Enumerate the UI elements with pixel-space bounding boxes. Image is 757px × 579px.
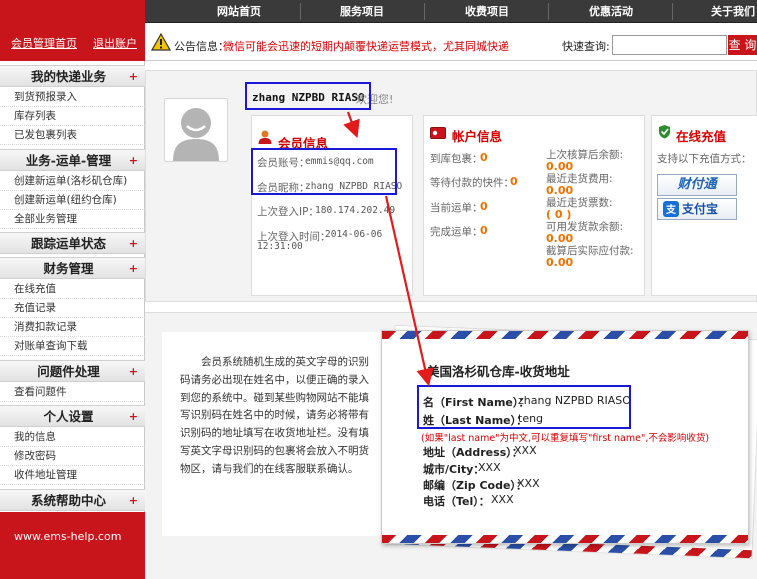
arrow-to-member-info [343, 111, 360, 139]
arrow-to-name-fields [384, 195, 434, 387]
annotation-arrows [343, 111, 434, 387]
